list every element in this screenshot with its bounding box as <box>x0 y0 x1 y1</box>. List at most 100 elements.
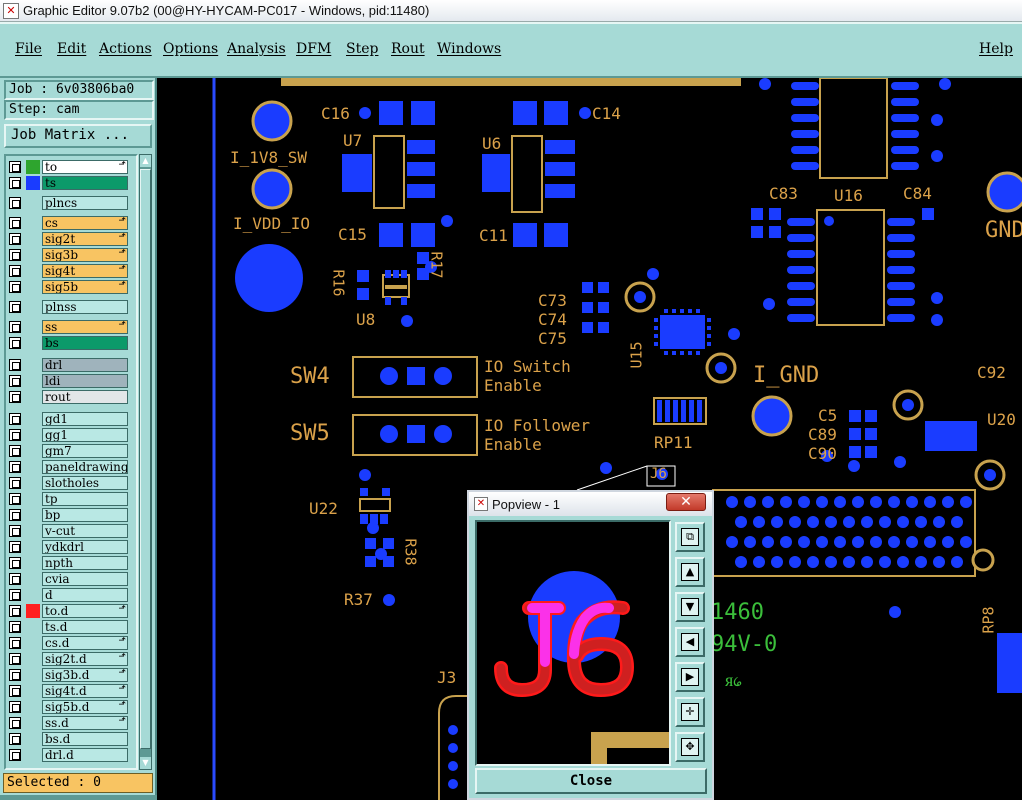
layer-row[interactable]: to.d ⬏ <box>6 604 128 618</box>
layer-checkbox[interactable] <box>9 557 21 569</box>
layer-name[interactable]: gd1 <box>42 412 128 426</box>
layer-name[interactable]: cs <box>42 216 128 230</box>
layer-checkbox[interactable] <box>9 301 21 313</box>
layer-row[interactable]: gg1 <box>6 428 128 442</box>
pan-down-button[interactable]: ▼ <box>675 592 705 622</box>
layer-row[interactable]: v-cut <box>6 524 128 538</box>
layer-name[interactable]: ts <box>42 176 128 190</box>
layer-name[interactable]: plncs <box>42 196 128 210</box>
layer-row[interactable]: sig5b ⬏ <box>6 280 128 294</box>
layer-name[interactable]: gm7 <box>42 444 128 458</box>
layer-checkbox[interactable] <box>9 573 21 585</box>
layer-row[interactable]: sig5b.d ⬏ <box>6 700 128 714</box>
layer-row[interactable]: ss ⬏ <box>6 320 128 334</box>
layer-name[interactable]: v-cut <box>42 524 128 538</box>
layer-row[interactable]: cs.d ⬏ <box>6 636 128 650</box>
layer-row[interactable]: sig4t.d ⬏ <box>6 684 128 698</box>
layer-checkbox[interactable] <box>9 509 21 521</box>
layer-checkbox[interactable] <box>9 413 21 425</box>
layer-row[interactable]: sig2t ⬏ <box>6 232 128 246</box>
layer-checkbox[interactable] <box>9 669 21 681</box>
layer-name[interactable]: to <box>42 160 128 174</box>
layer-name[interactable]: d <box>42 588 128 602</box>
layer-name[interactable]: ts.d <box>42 620 128 634</box>
pan-right-button[interactable]: ▶ <box>675 662 705 692</box>
popview-titlebar[interactable]: ✕ Popview - 1 ✕ <box>469 492 712 516</box>
layer-checkbox[interactable] <box>9 717 21 729</box>
layer-checkbox[interactable] <box>9 391 21 403</box>
layer-name[interactable]: slotholes <box>42 476 128 490</box>
layer-checkbox[interactable] <box>9 589 21 601</box>
layer-name[interactable]: npth <box>42 556 128 570</box>
layer-row[interactable]: sig3b ⬏ <box>6 248 128 262</box>
layer-checkbox[interactable] <box>9 653 21 665</box>
layer-checkbox[interactable] <box>9 685 21 697</box>
menu-windows[interactable]: Windows <box>437 41 501 57</box>
layer-row[interactable]: rout <box>6 390 128 404</box>
layer-checkbox[interactable] <box>9 217 21 229</box>
layer-row[interactable]: ldi <box>6 374 128 388</box>
layer-name[interactable]: sig5b <box>42 280 128 294</box>
menu-file[interactable]: File <box>15 41 42 57</box>
layer-row[interactable]: sig4t ⬏ <box>6 264 128 278</box>
layer-name[interactable]: cvia <box>42 572 128 586</box>
layer-name[interactable]: tp <box>42 492 128 506</box>
layer-row[interactable]: ss.d ⬏ <box>6 716 128 730</box>
scroll-thumb[interactable] <box>140 169 151 749</box>
zoom-in-button[interactable]: ✛ <box>675 697 705 727</box>
layer-name[interactable]: to.d <box>42 604 128 618</box>
layer-row[interactable]: ydkdrl <box>6 540 128 554</box>
layer-name[interactable]: bs <box>42 336 128 350</box>
layer-row[interactable]: bs.d <box>6 732 128 746</box>
layer-checkbox[interactable] <box>9 177 21 189</box>
layer-row[interactable]: tp <box>6 492 128 506</box>
menu-analysis[interactable]: Analysis <box>227 41 286 57</box>
layer-checkbox[interactable] <box>9 749 21 761</box>
layer-row[interactable]: plnss <box>6 300 128 314</box>
layer-checkbox[interactable] <box>9 621 21 633</box>
layer-name[interactable]: paneldrawing <box>42 460 128 474</box>
layer-name[interactable]: drl <box>42 358 128 372</box>
layer-row[interactable]: paneldrawing <box>6 460 128 474</box>
layer-checkbox[interactable] <box>9 733 21 745</box>
popview-close-icon[interactable]: ✕ <box>666 493 706 511</box>
layer-checkbox[interactable] <box>9 445 21 457</box>
layer-checkbox[interactable] <box>9 233 21 245</box>
layer-checkbox[interactable] <box>9 249 21 261</box>
layer-name[interactable]: sig5b.d <box>42 700 128 714</box>
layer-name[interactable]: gg1 <box>42 428 128 442</box>
zoom-out-button[interactable]: ✥ <box>675 732 705 762</box>
menu-rout[interactable]: Rout <box>391 41 425 57</box>
layer-row[interactable]: drl <box>6 358 128 372</box>
layer-color-swatch[interactable] <box>26 604 40 618</box>
layer-checkbox[interactable] <box>9 525 21 537</box>
layer-row[interactable]: gm7 <box>6 444 128 458</box>
layer-row[interactable]: gd1 <box>6 412 128 426</box>
layer-name[interactable]: ss <box>42 320 128 334</box>
layer-checkbox[interactable] <box>9 461 21 473</box>
layer-checkbox[interactable] <box>9 265 21 277</box>
scroll-up-arrow-icon[interactable]: ▲ <box>140 155 151 167</box>
layer-row[interactable]: cs ⬏ <box>6 216 128 230</box>
layer-name[interactable]: ss.d <box>42 716 128 730</box>
popview-close-button[interactable]: Close <box>475 768 707 794</box>
layer-name[interactable]: bs.d <box>42 732 128 746</box>
layer-color-swatch[interactable] <box>26 160 40 174</box>
layer-name[interactable]: sig2t.d <box>42 652 128 666</box>
layer-checkbox[interactable] <box>9 375 21 387</box>
layer-row[interactable]: sig2t.d ⬏ <box>6 652 128 666</box>
layer-list-scrollbar[interactable]: ▲ ▼ <box>139 154 152 770</box>
layer-checkbox[interactable] <box>9 197 21 209</box>
layer-row[interactable]: npth <box>6 556 128 570</box>
layer-row[interactable]: slotholes <box>6 476 128 490</box>
layer-row[interactable]: d <box>6 588 128 602</box>
pan-up-button[interactable]: ▲ <box>675 557 705 587</box>
layer-row[interactable]: to ⬏ <box>6 160 128 174</box>
layer-checkbox[interactable] <box>9 281 21 293</box>
layer-color-swatch[interactable] <box>26 176 40 190</box>
layer-checkbox[interactable] <box>9 429 21 441</box>
pan-left-button[interactable]: ◀ <box>675 627 705 657</box>
layer-name[interactable]: sig3b <box>42 248 128 262</box>
layer-checkbox[interactable] <box>9 321 21 333</box>
layer-checkbox[interactable] <box>9 637 21 649</box>
